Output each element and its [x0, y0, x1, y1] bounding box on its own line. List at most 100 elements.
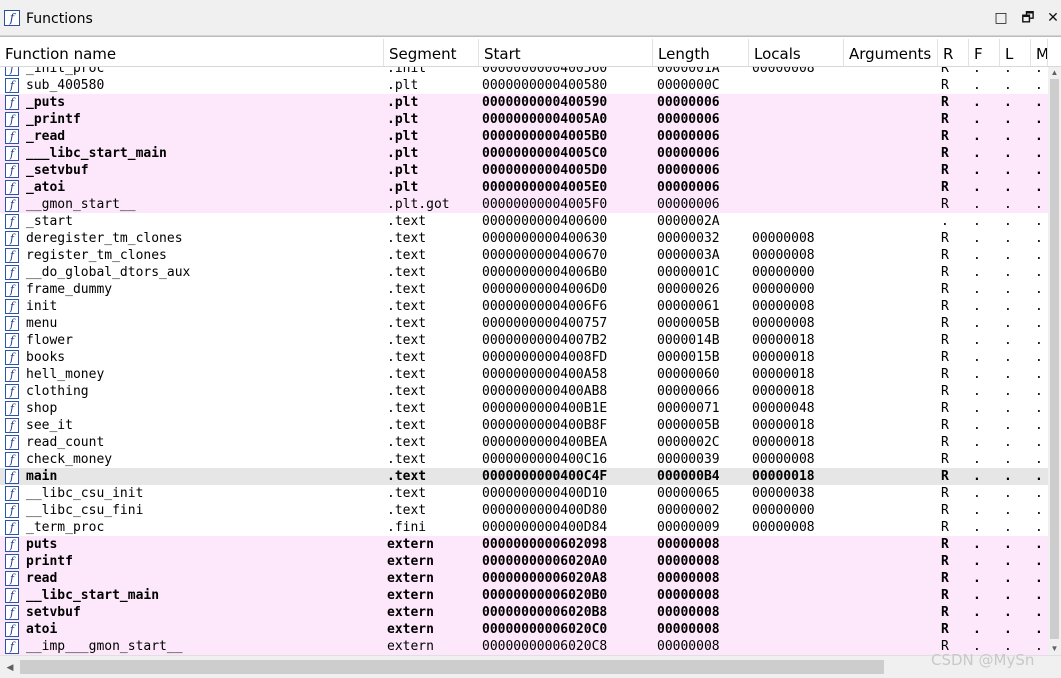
table-row[interactable]: f clothing .text 0000000000400AB8 00000066 00… [0, 383, 1048, 400]
flag-l-cell: . [1004, 112, 1012, 127]
table-row[interactable]: f read_count .text 0000000000400BEA 0000002C… [0, 434, 1048, 451]
column-header-l[interactable]: L [1000, 39, 1031, 66]
table-row[interactable]: f shop .text 0000000000400B1E 00000071 000000… [0, 400, 1048, 417]
table-row[interactable]: f register_tm_clones .text 0000000000400670… [0, 247, 1048, 264]
length-cell: 00000006 [657, 180, 720, 195]
scroll-down-arrow-icon[interactable]: ▼ [1048, 643, 1061, 655]
segment-cell: .text [387, 418, 427, 433]
flag-l-cell: . [1004, 605, 1012, 620]
flag-r-cell: R [941, 401, 949, 416]
function-name: flower [26, 333, 73, 348]
flag-m-cell: . [1035, 554, 1043, 569]
horizontal-scrollbar[interactable]: ◀ [0, 655, 1061, 678]
horizontal-scroll-thumb[interactable] [20, 660, 884, 674]
restore-button[interactable]: 🗗 [1019, 9, 1037, 27]
flag-f-cell: . [973, 231, 981, 246]
table-row[interactable]: f hell_money .text 0000000000400A58 00000060… [0, 366, 1048, 383]
start-address-cell: 00000000006020C8 [482, 639, 608, 654]
start-address-cell: 0000000000400AB8 [482, 384, 608, 399]
table-row[interactable]: f puts extern 0000000000602098 00000008 R... [0, 536, 1048, 553]
table-row[interactable]: f menu .text 0000000000400757 0000005B 000000… [0, 315, 1048, 332]
start-address-cell: 00000000004006F6 [482, 299, 608, 314]
flag-r-cell: R [941, 537, 949, 552]
flag-r-cell: R [941, 180, 949, 195]
table-row[interactable]: f init .text 00000000004006F6 00000061 000000… [0, 298, 1048, 315]
scroll-left-arrow-icon[interactable]: ◀ [3, 659, 17, 675]
function-name: shop [26, 401, 58, 416]
table-row[interactable]: f sub_400580 .plt 0000000000400580 0000000C R… [0, 77, 1048, 94]
table-row[interactable]: f printf extern 00000000006020A0 00000008 R..… [0, 553, 1048, 570]
flag-f-cell: . [973, 129, 981, 144]
column-header-segment[interactable]: Segment [384, 39, 479, 66]
locals-cell: 00000018 [752, 418, 815, 433]
flag-f-cell: . [973, 333, 981, 348]
segment-cell: .text [387, 384, 427, 399]
start-address-cell: 0000000000400580 [482, 78, 608, 93]
maximize-button[interactable]: □ [992, 9, 1010, 27]
flag-l-cell: . [1004, 78, 1012, 93]
close-button[interactable]: ✕ [1044, 9, 1061, 27]
table-row[interactable]: f _printf .plt 00000000004005A0 00000006 R... [0, 111, 1048, 128]
table-row[interactable]: f _puts .plt 0000000000400590 00000006 R... [0, 94, 1048, 111]
scroll-up-arrow-icon[interactable]: ▲ [1048, 67, 1061, 79]
function-icon: f [5, 231, 19, 246]
function-name: printf [26, 554, 73, 569]
table-row[interactable]: f __libc_csu_init .text 0000000000400D10 000… [0, 485, 1048, 502]
locals-cell: 00000008 [752, 452, 815, 467]
column-header-arguments[interactable]: Arguments [844, 39, 938, 66]
flag-r-cell: . [941, 214, 949, 229]
segment-cell: .text [387, 231, 427, 246]
table-row[interactable]: f atoi extern 00000000006020C0 00000008 R... [0, 621, 1048, 638]
table-row[interactable]: f _start .text 0000000000400600 0000002A.... [0, 213, 1048, 230]
watermark: CSDN @MySn [931, 651, 1035, 669]
column-header-length[interactable]: Length [653, 39, 749, 66]
table-row[interactable]: f _init_proc .init 0000000000400560 0000001A… [0, 67, 1048, 77]
table-row[interactable]: f main .text 0000000000400C4F 000000B4 000000… [0, 468, 1048, 485]
table-row[interactable]: f _term_proc .fini 0000000000400D84 00000009… [0, 519, 1048, 536]
table-row[interactable]: f ___libc_start_main .plt 00000000004005C0 0… [0, 145, 1048, 162]
table-row[interactable]: f read extern 00000000006020A8 00000008 R... [0, 570, 1048, 587]
flag-m-cell: . [1035, 248, 1043, 263]
table-row[interactable]: f _read .plt 00000000004005B0 00000006 R... [0, 128, 1048, 145]
column-header-function-name[interactable]: Function name [0, 39, 384, 66]
length-cell: 00000008 [657, 639, 720, 654]
flag-l-cell: . [1004, 435, 1012, 450]
table-row[interactable]: f check_money .text 0000000000400C16 0000003… [0, 451, 1048, 468]
vertical-scrollbar[interactable]: ▲ ▼ [1048, 67, 1061, 655]
table-row[interactable]: f __do_global_dtors_aux .text 0000000000400… [0, 264, 1048, 281]
flag-m-cell: . [1035, 95, 1043, 110]
table-row[interactable]: f deregister_tm_clones .text 00000000004006… [0, 230, 1048, 247]
flag-r-cell: R [941, 503, 949, 518]
table-row[interactable]: f _atoi .plt 00000000004005E0 00000006 R... [0, 179, 1048, 196]
table-row[interactable]: f _setvbuf .plt 00000000004005D0 00000006 R..… [0, 162, 1048, 179]
column-header-r[interactable]: R [938, 39, 969, 66]
table-row[interactable]: f __gmon_start__ .plt.got 00000000004005F0 0… [0, 196, 1048, 213]
table-row[interactable]: f __libc_start_main extern 00000000006020B0… [0, 587, 1048, 604]
table-row[interactable]: f __libc_csu_fini .text 0000000000400D80 000… [0, 502, 1048, 519]
flag-f-cell: . [973, 486, 981, 501]
locals-cell: 00000018 [752, 350, 815, 365]
table-row[interactable]: f __imp___gmon_start__ extern 0000000000602… [0, 638, 1048, 655]
table-row[interactable]: f frame_dummy .text 00000000004006D0 0000002… [0, 281, 1048, 298]
length-cell: 00000039 [657, 452, 720, 467]
start-address-cell: 0000000000400560 [482, 67, 608, 76]
locals-cell: 00000008 [752, 67, 815, 76]
function-icon: f [5, 486, 19, 501]
vertical-scroll-thumb[interactable] [1050, 79, 1059, 639]
table-row[interactable]: f setvbuf extern 00000000006020B8 00000008 R.… [0, 604, 1048, 621]
start-address-cell: 00000000006020A8 [482, 571, 608, 586]
column-header-start[interactable]: Start [479, 39, 653, 66]
function-name: _term_proc [26, 520, 105, 535]
table-row[interactable]: f books .text 00000000004008FD 0000015B 00000… [0, 349, 1048, 366]
column-header-locals[interactable]: Locals [749, 39, 844, 66]
column-header-m[interactable]: M [1031, 39, 1048, 66]
flag-r-cell: R [941, 163, 949, 178]
table-row[interactable]: f see_it .text 0000000000400B8F 0000005B 0000… [0, 417, 1048, 434]
table-row[interactable]: f flower .text 00000000004007B2 0000014B 0000… [0, 332, 1048, 349]
start-address-cell: 0000000000400D84 [482, 520, 608, 535]
start-address-cell: 0000000000400B1E [482, 401, 608, 416]
flag-m-cell: . [1035, 231, 1043, 246]
column-header-f[interactable]: F [969, 39, 1000, 66]
flag-l-cell: . [1004, 537, 1012, 552]
flag-f-cell: . [973, 95, 981, 110]
